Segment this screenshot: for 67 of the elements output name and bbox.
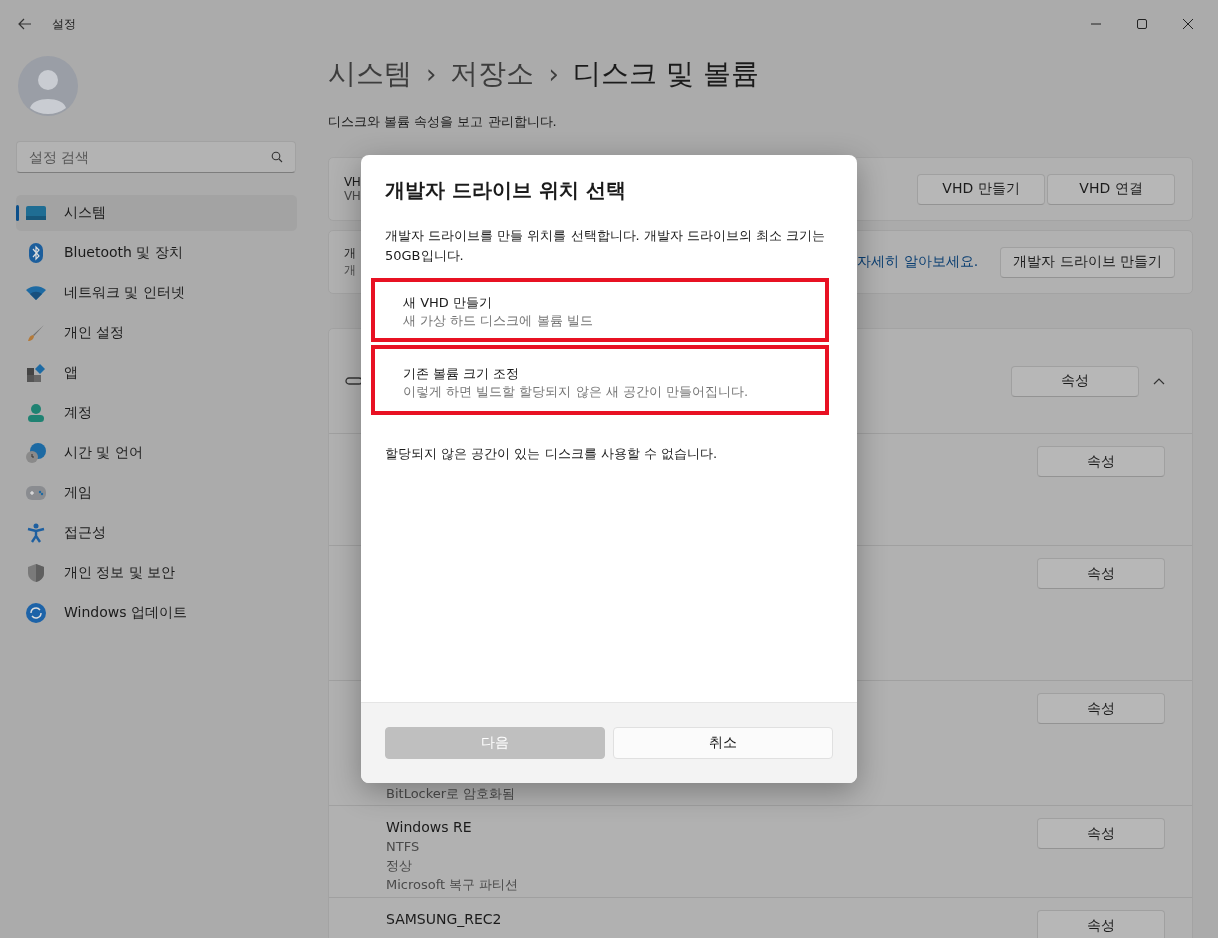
card-description: VH xyxy=(344,189,361,203)
option-description: 이렇게 하면 빌드할 할당되지 않은 새 공간이 만들어집니다. xyxy=(403,383,750,401)
breadcrumb-item: 디스크 및 볼륨 xyxy=(572,56,759,92)
drive-icon xyxy=(345,376,363,386)
sidebar-item[interactable]: Windows 업데이트 xyxy=(16,595,297,631)
accessibility-icon xyxy=(26,523,46,543)
dialog-description: 개발자 드라이브를 만들 위치를 선택합니다. 개발자 드라이브의 최소 크기는 50GB입니다. xyxy=(385,227,827,265)
properties-button[interactable]: 속성 xyxy=(1011,365,1139,397)
dialog-note: 할당되지 않은 공간이 있는 디스크를 사용할 수 없습니다. xyxy=(385,445,719,463)
volume-detail: NTFS xyxy=(386,838,421,856)
breadcrumb-item[interactable]: 저장소 xyxy=(450,55,535,93)
search-field[interactable]: 설정 검색 xyxy=(16,141,296,173)
location-option[interactable]: 기존 볼륨 크기 조정 이렇게 하면 빌드할 할당되지 않은 새 공간이 만들어집니다. xyxy=(371,345,829,415)
volume-name: SAMSUNG_REC2 xyxy=(386,910,503,929)
breadcrumb-separator: › xyxy=(426,59,437,89)
properties-button[interactable]: 속성 xyxy=(1037,910,1165,938)
learn-more-link[interactable]: 자세히 알아보세요. xyxy=(857,253,979,271)
option-title: 새 VHD 만들기 xyxy=(403,294,493,312)
brush-icon xyxy=(26,324,46,342)
properties-button[interactable]: 속성 xyxy=(1037,818,1165,849)
monitor-icon xyxy=(26,206,46,220)
location-option[interactable]: 새 VHD 만들기 새 가상 하드 디스크에 볼륨 빌드 xyxy=(371,278,829,342)
volume-detail: 정상 xyxy=(386,857,413,875)
page-subtitle: 디스크와 볼륨 속성을 보고 관리합니다. xyxy=(328,113,558,131)
breadcrumb-separator: › xyxy=(548,59,559,89)
properties-button[interactable]: 속성 xyxy=(1037,558,1165,589)
sync-icon xyxy=(26,603,46,623)
bluetooth-icon xyxy=(26,243,46,263)
apps-icon xyxy=(26,364,46,382)
wifi-icon xyxy=(26,286,46,300)
maximize-icon[interactable] xyxy=(1136,18,1148,30)
chevron-icon[interactable] xyxy=(1153,377,1165,385)
gamepad-icon xyxy=(26,486,46,500)
volume-detail: Microsoft 복구 파티션 xyxy=(386,876,520,894)
dialog-title: 개발자 드라이브 위치 선택 xyxy=(385,177,627,204)
card-title: VH xyxy=(344,175,361,189)
action-button[interactable]: 개발자 드라이브 만들기 xyxy=(1000,246,1175,278)
window-title: 설정 xyxy=(52,15,76,33)
sidebar-item[interactable]: 게임 xyxy=(16,475,297,511)
action-button[interactable]: VHD 만들기 xyxy=(917,173,1045,205)
sidebar-item[interactable]: 시간 및 언어 xyxy=(16,435,297,471)
person-icon xyxy=(26,404,46,422)
sidebar-item[interactable]: 계정 xyxy=(16,395,297,431)
avatar xyxy=(18,56,78,116)
sidebar-item[interactable]: 개인 정보 및 보안 xyxy=(16,555,297,591)
option-description: 새 가상 하드 디스크에 볼륨 빌드 xyxy=(403,312,594,330)
breadcrumb-item[interactable]: 시스템 xyxy=(328,55,412,93)
properties-button[interactable]: 속성 xyxy=(1037,446,1165,477)
sidebar-item[interactable]: 앱 xyxy=(16,355,297,391)
close-icon[interactable] xyxy=(1182,18,1194,30)
cancel-button[interactable]: 취소 xyxy=(613,727,833,759)
volume-detail: BitLocker로 암호화됨 xyxy=(386,785,517,803)
search-icon xyxy=(271,151,283,163)
sidebar-item[interactable]: 개인 설정 xyxy=(16,315,297,351)
sidebar-item[interactable]: 접근성 xyxy=(16,515,297,551)
sidebar-item[interactable]: 네트워크 및 인터넷 xyxy=(16,275,297,311)
volume-name: Windows RE xyxy=(386,818,473,837)
sidebar-item[interactable]: 시스템 xyxy=(16,195,297,231)
shield-icon xyxy=(26,564,46,582)
action-button[interactable]: VHD 연결 xyxy=(1047,173,1175,205)
card-title: 개 xyxy=(344,245,356,262)
option-title: 기존 볼륨 크기 조정 xyxy=(403,365,521,383)
card-description: 개 xyxy=(344,262,356,279)
back-icon[interactable] xyxy=(18,18,32,30)
sidebar-item[interactable]: Bluetooth 및 장치 xyxy=(16,235,297,271)
properties-button[interactable]: 속성 xyxy=(1037,693,1165,724)
globe-clock-icon xyxy=(26,443,46,463)
